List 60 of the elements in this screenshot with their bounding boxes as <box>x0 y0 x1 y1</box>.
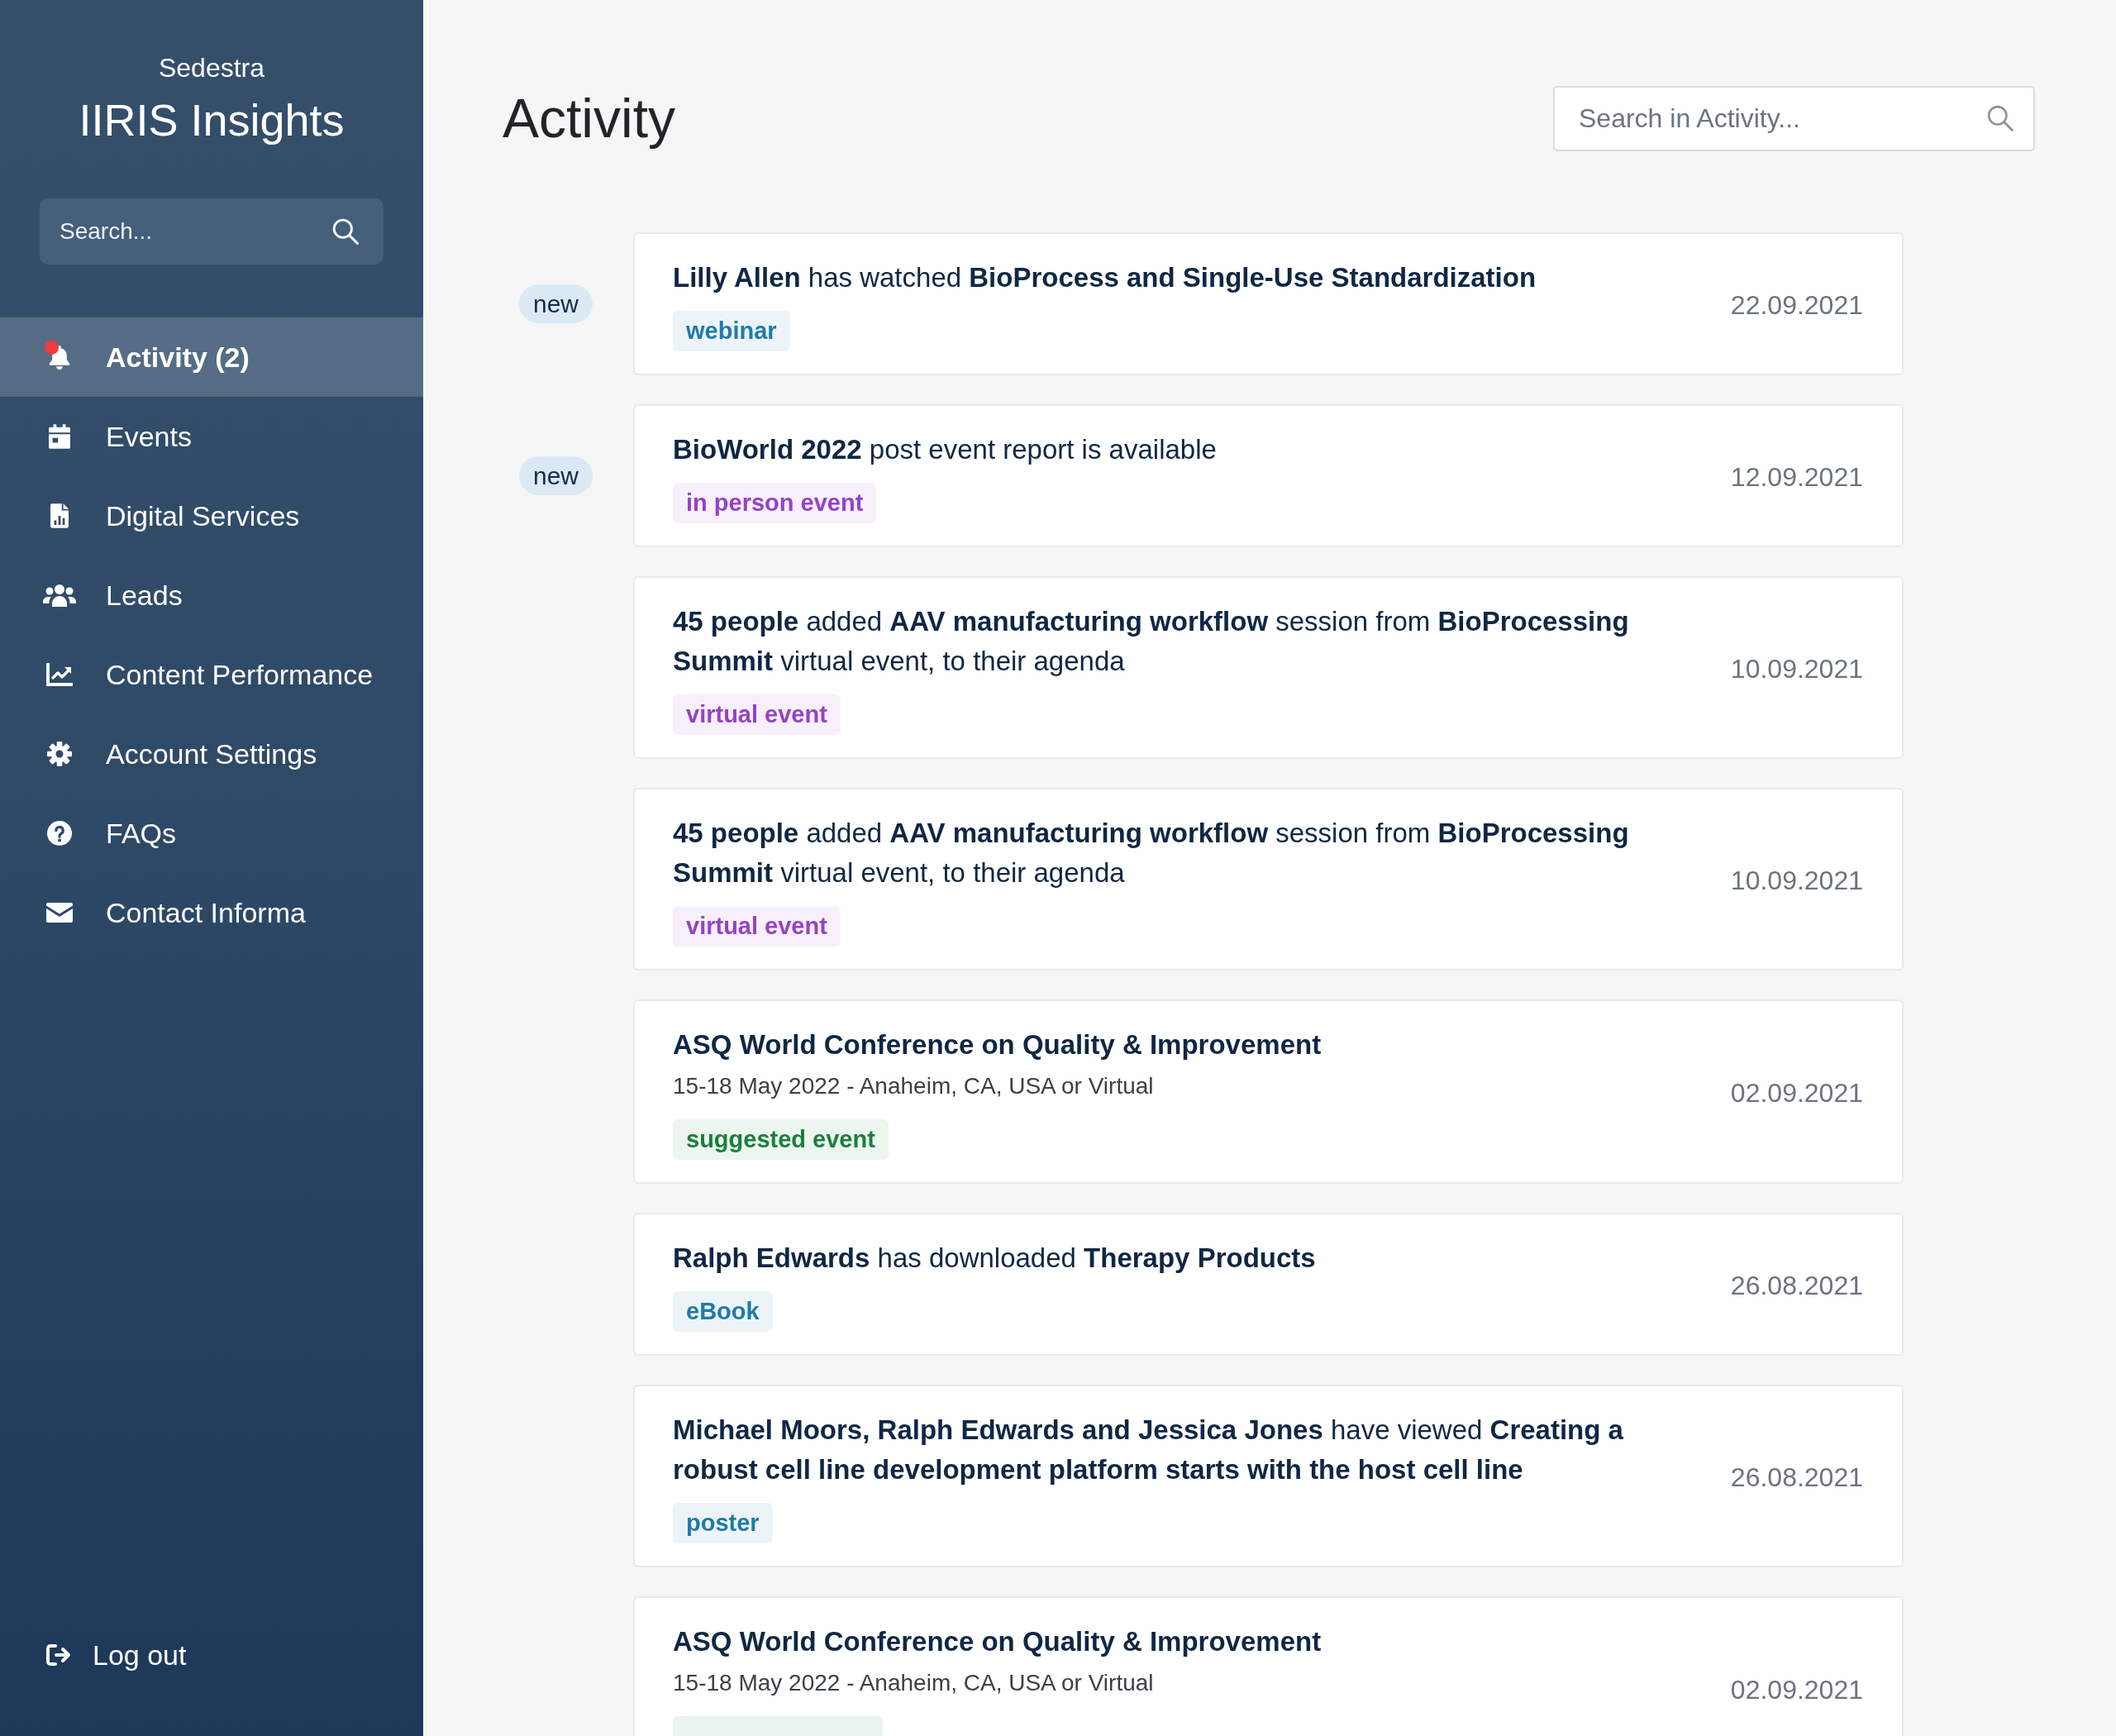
activity-card[interactable]: BioWorld 2022 post event report is available in person event 12.09.2021 <box>633 404 1904 547</box>
event-title: ASQ World Conference on Quality & Improvement <box>673 1028 1322 1061</box>
activity-date: 12.09.2021 <box>1729 460 1863 494</box>
activity-date: 02.09.2021 <box>1729 1673 1863 1706</box>
category-tag: webinar <box>673 311 790 351</box>
brand-subtitle: Sedestra <box>157 52 266 83</box>
activity-card[interactable]: 45 people added AAV manufacturing workflow session from BioProcessing Summit virtual event, to their agenda virtual event 10.09.2021 <box>633 788 1904 971</box>
activity-date: 26.08.2021 <box>1729 1269 1863 1302</box>
people-icon <box>43 584 76 607</box>
category-tag: virtual event <box>673 906 841 947</box>
activity-date: 22.09.2021 <box>1729 289 1863 322</box>
search-icon[interactable] <box>332 218 359 245</box>
activity-date: 10.09.2021 <box>1729 652 1863 685</box>
nav-item[interactable]: Activity (2) <box>0 317 423 397</box>
activity-card[interactable]: 45 people added AAV manufacturing workflow session from BioProcessing Summit virtual event, to their agenda virtual event 10.09.2021 <box>633 576 1904 759</box>
activity-card[interactable]: Ralph Edwards has downloaded Therapy Products eBook 26.08.2021 <box>633 1213 1904 1356</box>
activity-text: 45 people added AAV manufacturing workflow session from BioProcessing Summit virtual event, to their agenda <box>673 605 1630 678</box>
activity-text: BioWorld 2022 post event report is available <box>673 433 1217 466</box>
event-title: ASQ World Conference on Quality & Improvement <box>673 1625 1322 1658</box>
activity-date: 26.08.2021 <box>1729 1461 1863 1494</box>
nav-item[interactable]: Digital Services <box>0 476 423 556</box>
page-title: Activity <box>503 87 676 150</box>
document-chart-icon <box>50 503 69 528</box>
logout-link[interactable]: Log out <box>0 1615 423 1695</box>
activity-text: Lilly Allen has watched BioProcess and Single-Use Standardization <box>673 261 1537 294</box>
event-details: 15-18 May 2022 - Anaheim, CA, USA or Virtual <box>673 1669 1155 1697</box>
nav-item[interactable]: Content Performance <box>0 635 423 714</box>
line-chart-icon <box>46 663 73 686</box>
category-tag: virtual event <box>673 694 841 735</box>
category-tag: suggested event <box>673 1119 889 1160</box>
activity-text: 45 people added AAV manufacturing workflow session from BioProcessing Summit virtual event, to their agenda <box>673 817 1630 889</box>
logout-icon <box>46 1643 71 1667</box>
activity-date: 10.09.2021 <box>1729 864 1863 897</box>
new-badge: new <box>519 284 593 323</box>
nav-item[interactable]: Account Settings <box>0 714 423 794</box>
search-field[interactable]: Search... <box>40 198 384 265</box>
activity-text: Ralph Edwards has downloaded Therapy Products <box>673 1242 1316 1275</box>
activity-date: 02.09.2021 <box>1729 1076 1863 1109</box>
category-tag: poster <box>673 1503 773 1543</box>
bell-icon <box>49 345 70 370</box>
help-icon <box>47 821 72 846</box>
calendar-icon <box>49 424 70 449</box>
gear-icon <box>47 742 72 766</box>
new-badge: new <box>519 456 593 495</box>
search-field[interactable]: Search in Activity... <box>1553 86 2035 151</box>
nav-item[interactable]: Leads <box>0 556 423 635</box>
nav-item[interactable]: Contact Informa <box>0 873 423 952</box>
category-tag: eBook <box>673 1291 773 1332</box>
search-icon[interactable] <box>1987 105 2014 131</box>
brand-title: IIRIS Insights <box>78 94 346 146</box>
event-card[interactable]: ASQ World Conference on Quality & Improvement 15-18 May 2022 - Anaheim, CA, USA or Virtual suggested event 02.09.2021 <box>633 999 1904 1184</box>
event-details: 15-18 May 2022 - Anaheim, CA, USA or Virtual <box>673 1072 1155 1100</box>
event-card[interactable]: ASQ World Conference on Quality & Improvement 15-18 May 2022 - Anaheim, CA, USA or Virtual 02.09.2021 <box>633 1596 1904 1736</box>
activity-text: Michael Moors, Ralph Edwards and Jessica Jones have viewed Creating a robust cell line development platform starts with the host cell line <box>673 1414 1624 1486</box>
envelope-icon <box>46 903 73 923</box>
nav-item[interactable]: FAQs <box>0 794 423 873</box>
activity-card[interactable]: Michael Moors, Ralph Edwards and Jessica Jones have viewed Creating a robust cell line development platform starts with the host cell line poster 26.08.2021 <box>633 1385 1904 1567</box>
activity-card[interactable]: Lilly Allen has watched BioProcess and Single-Use Standardization webinar 22.09.2021 <box>633 232 1904 375</box>
nav-item[interactable]: Events <box>0 397 423 476</box>
category-tag: in person event <box>673 483 877 523</box>
